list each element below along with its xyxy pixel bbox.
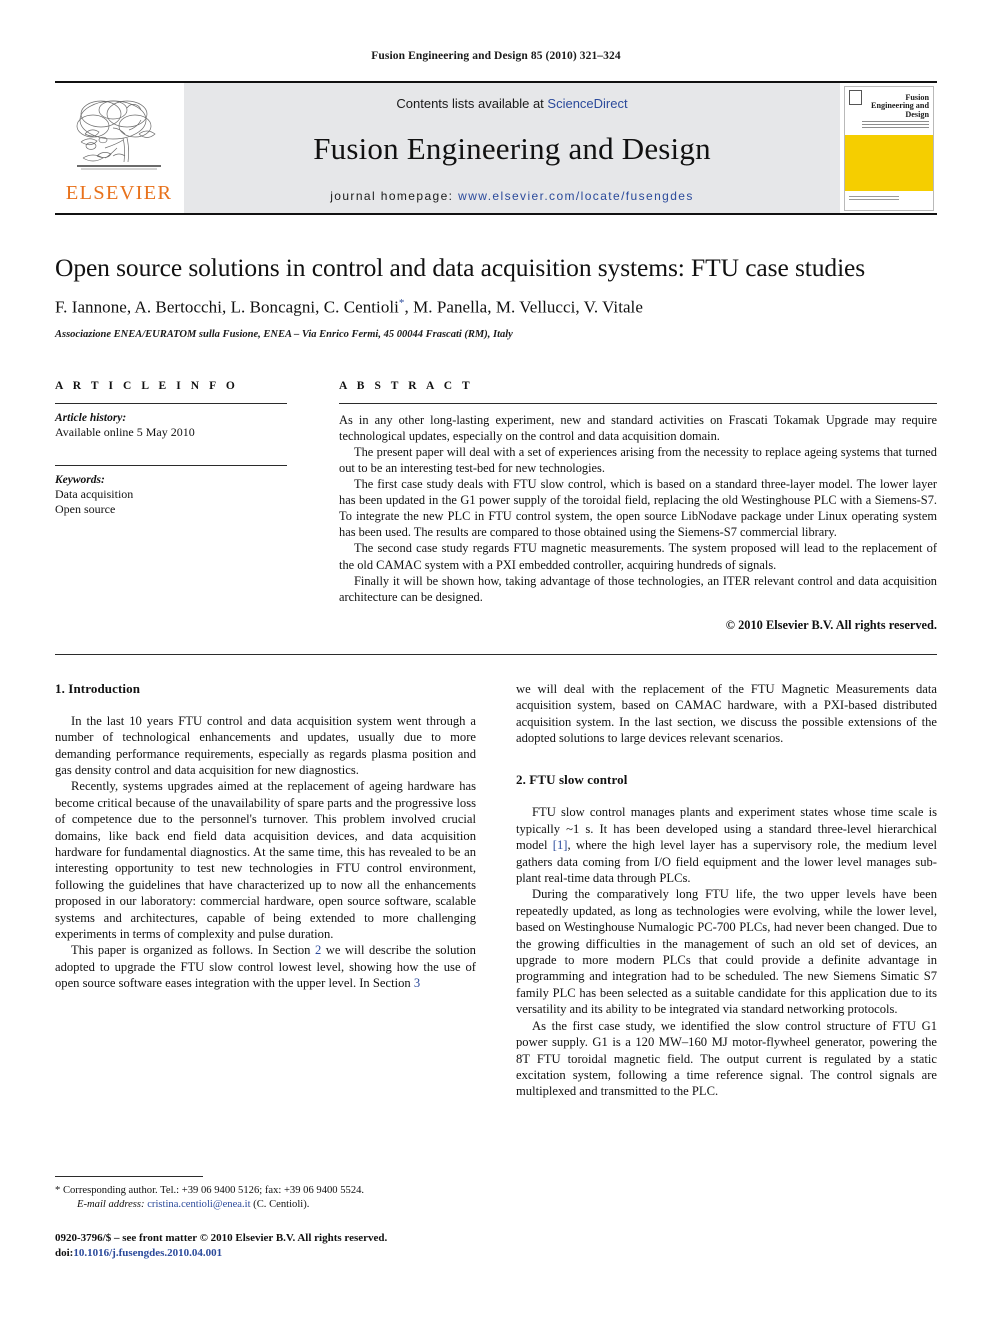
journal-cover-thumbnail: Fusion Engineering and Design — [844, 85, 934, 211]
journal-cover-cell: Fusion Engineering and Design — [841, 83, 937, 213]
body-paragraph-continued: we will deal with the replacement of the… — [516, 681, 937, 745]
section-heading-introduction: 1. Introduction — [55, 680, 141, 696]
abstract-rule — [339, 402, 937, 404]
abstract-body: As in any other long-lasting experiment,… — [339, 412, 937, 605]
doi-link[interactable]: 10.1016/j.fusengdes.2010.04.001 — [73, 1247, 222, 1259]
body-paragraph: Recently, systems upgrades aimed at the … — [55, 779, 476, 942]
email-link[interactable]: cristina.centioli@enea.it — [147, 1199, 250, 1210]
issn-line: 0920-3796/$ – see front matter © 2010 El… — [55, 1232, 388, 1244]
contents-prefix: Contents lists available at — [396, 95, 548, 111]
elsevier-tree-icon — [76, 100, 161, 170]
elsevier-logo: ELSEVIER — [55, 83, 183, 213]
homepage-url-link[interactable]: www.elsevier.com/locate/fusengdes — [458, 189, 694, 203]
body-separator-rule — [55, 653, 937, 655]
homepage-prefix: journal homepage: — [330, 188, 459, 203]
body-paragraph: During the comparatively long FTU life, … — [516, 887, 937, 1017]
author-list: F. Iannone, A. Bertocchi, L. Boncagni, C… — [55, 297, 937, 318]
article-history-label: Article history: — [55, 411, 127, 424]
text-run: This paper is organized as follows. In S… — [71, 943, 315, 958]
journal-masthead: ELSEVIER Contents lists available at Sci… — [55, 81, 937, 213]
citation-link-1[interactable]: [1] — [553, 838, 568, 852]
paper-title: Open source solutions in control and dat… — [55, 253, 866, 282]
body-columns: 1. Introduction In the last 10 years FTU… — [55, 681, 937, 1226]
issn-copyright-block: 0920-3796/$ – see front matter © 2010 El… — [55, 1231, 476, 1260]
keywords-label: Keywords: — [55, 473, 105, 486]
abstract-paragraph: Finally it will be shown how, taking adv… — [339, 573, 937, 604]
affiliation: Associazione ENEA/EURATOM sulla Fusione,… — [55, 328, 513, 340]
body-paragraph-with-links: This paper is organized as follows. In S… — [55, 942, 476, 991]
abstract-paragraph: The first case study deals with FTU slow… — [339, 477, 937, 540]
article-info-column: A R T I C L E I N F O Article history: A… — [55, 380, 313, 633]
body-column-left: 1. Introduction In the last 10 years FTU… — [55, 681, 496, 1226]
keyword-item: Data acquisition — [55, 486, 134, 501]
sciencedirect-link[interactable]: ScienceDirect — [547, 96, 627, 111]
article-info-heading: A R T I C L E I N F O — [55, 379, 239, 392]
cover-journal-title: Fusion Engineering and Design — [870, 92, 929, 119]
body-paragraph-with-citation: FTU slow control manages plants and expe… — [516, 804, 937, 886]
cover-bottom — [845, 191, 933, 210]
masthead-center: Contents lists available at ScienceDirec… — [183, 83, 841, 213]
doi-line: doi:10.1016/j.fusengdes.2010.04.001 — [55, 1246, 476, 1261]
abstract-column: A B S T R A C T As in any other long-las… — [313, 380, 937, 633]
email-note: E-mail address: cristina.centioli@enea.i… — [55, 1198, 476, 1212]
body-paragraph: In the last 10 years FTU control and dat… — [55, 713, 476, 777]
running-head: Fusion Engineering and Design 85 (2010) … — [371, 50, 621, 62]
email-suffix: (C. Centioli). — [250, 1199, 310, 1210]
article-info-rule — [55, 402, 287, 404]
elsevier-wordmark: ELSEVIER — [65, 182, 173, 205]
abstract-heading: A B S T R A C T — [339, 379, 474, 392]
title-block: Open source solutions in control and dat… — [55, 215, 937, 340]
text-run: , where the high level layer has a super… — [516, 838, 937, 886]
abstract-paragraph: As in any other long-lasting experiment,… — [339, 412, 937, 443]
journal-homepage-line: journal homepage: www.elsevier.com/locat… — [330, 189, 694, 203]
journal-title: Fusion Engineering and Design — [313, 130, 711, 166]
section-heading-ftu-slow-control: 2. FTU slow control — [516, 772, 628, 788]
paper-page: Fusion Engineering and Design 85 (2010) … — [0, 0, 992, 1323]
info-abstract-row: A R T I C L E I N F O Article history: A… — [55, 380, 937, 633]
copyright-line: © 2010 Elsevier B.V. All rights reserved… — [725, 617, 937, 632]
body-column-right: we will deal with the replacement of the… — [496, 681, 937, 1226]
email-label: E-mail address: — [77, 1199, 145, 1210]
footnote-area: * Corresponding author. Tel.: +39 06 940… — [55, 1176, 476, 1260]
authors-head: F. Iannone, A. Bertocchi, L. Boncagni, C… — [55, 297, 399, 317]
corresponding-author-note: * Corresponding author. Tel.: +39 06 940… — [55, 1185, 365, 1196]
abstract-paragraph: The present paper will deal with a set o… — [339, 444, 937, 475]
cover-subtitle-lines — [849, 121, 929, 128]
abstract-paragraph: The second case study regards FTU magnet… — [339, 541, 937, 572]
body-paragraph: As the first case study, we identified t… — [516, 1018, 937, 1099]
article-history-value: Available online 5 May 2010 — [55, 424, 195, 439]
section-3-link[interactable]: 3 — [414, 976, 420, 990]
contents-available-line: Contents lists available at ScienceDirec… — [396, 96, 627, 111]
keywords-rule — [55, 464, 287, 466]
footnote-rule — [55, 1176, 203, 1177]
cover-top: Fusion Engineering and Design — [845, 87, 933, 135]
authors-tail: , M. Panella, M. Vellucci, V. Vitale — [404, 297, 643, 317]
cover-yellow-block — [845, 134, 933, 191]
doi-label: doi: — [55, 1246, 74, 1259]
keyword-item: Open source — [55, 501, 116, 516]
